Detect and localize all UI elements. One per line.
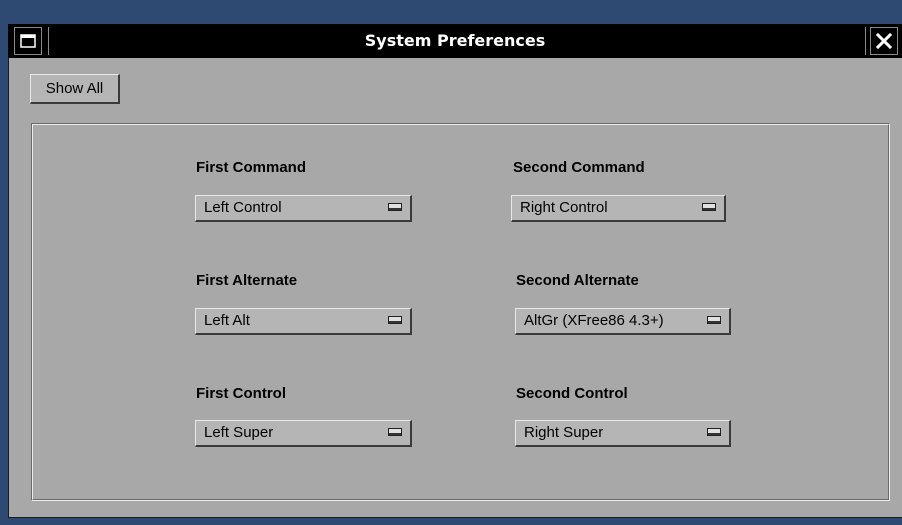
popup-arrow-icon	[388, 428, 402, 436]
second-command-label: Second Command	[513, 159, 645, 176]
second-alternate-value: AltGr (XFree86 4.3+)	[524, 312, 664, 329]
first-alternate-popup[interactable]: Left Alt	[195, 308, 412, 335]
first-command-value: Left Control	[204, 199, 282, 216]
miniaturize-icon	[20, 34, 36, 48]
popup-arrow-icon	[707, 316, 721, 324]
close-icon	[876, 33, 892, 49]
first-command-popup[interactable]: Left Control	[195, 195, 412, 222]
popup-arrow-icon	[388, 203, 402, 211]
first-control-value: Left Super	[204, 424, 274, 441]
second-control-value: Right Super	[524, 424, 604, 441]
first-command-label: First Command	[196, 159, 307, 176]
first-control-popup[interactable]: Left Super	[195, 420, 412, 447]
second-command-value: Right Control	[520, 199, 608, 216]
second-control-popup[interactable]: Right Super	[515, 420, 731, 447]
modifier-keys-panel	[31, 123, 890, 501]
first-alternate-value: Left Alt	[204, 312, 250, 329]
first-control-label: First Control	[196, 385, 286, 402]
second-alternate-popup[interactable]: AltGr (XFree86 4.3+)	[515, 308, 731, 335]
window-title: System Preferences	[364, 31, 546, 50]
close-button[interactable]	[870, 27, 898, 55]
title-bar[interactable]: System Preferences	[8, 24, 902, 58]
miniaturize-button[interactable]	[14, 27, 42, 55]
second-alternate-label: Second Alternate	[516, 272, 639, 289]
popup-arrow-icon	[702, 203, 716, 211]
second-command-popup[interactable]: Right Control	[511, 195, 726, 222]
popup-arrow-icon	[388, 316, 402, 324]
first-alternate-label: First Alternate	[196, 272, 298, 289]
show-all-button[interactable]: Show All	[30, 74, 120, 104]
second-control-label: Second Control	[516, 385, 628, 402]
title-bar-divider	[865, 27, 866, 55]
popup-arrow-icon	[707, 428, 721, 436]
